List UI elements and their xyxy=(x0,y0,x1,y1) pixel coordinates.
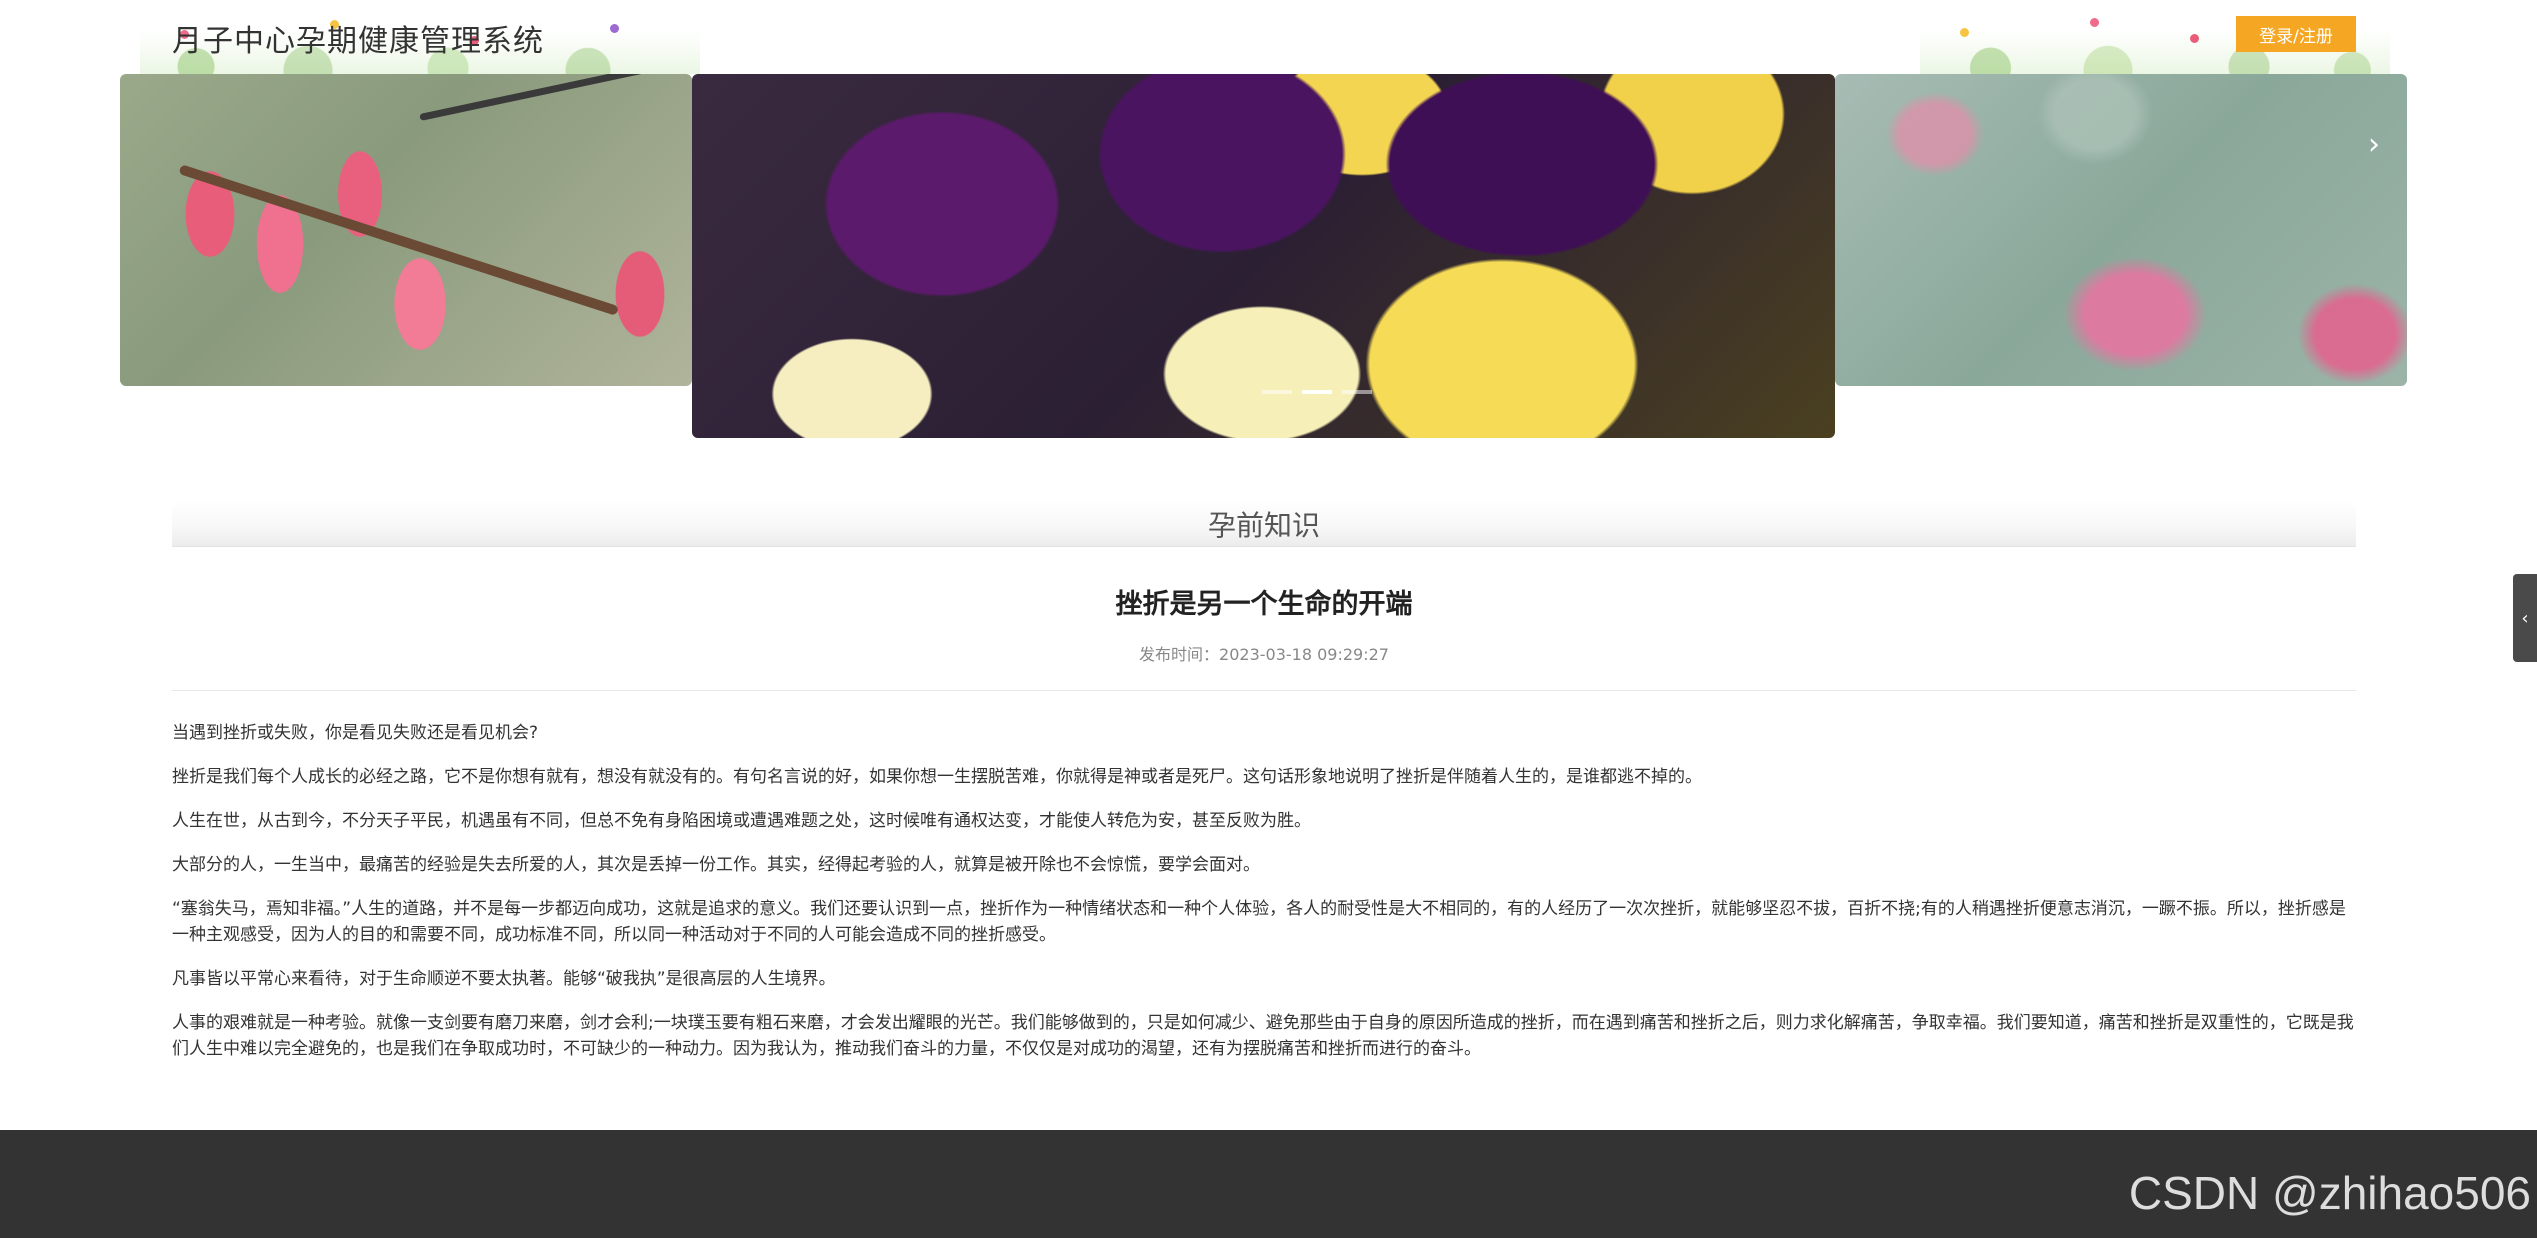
flower-decoration xyxy=(610,24,619,33)
divider xyxy=(172,690,2356,691)
watermark-text: CSDN @zhihao506 xyxy=(2128,1167,2531,1219)
article-paragraph: 人生在世，从古到今，不分天子平民，机遇虽有不同，但总不免有身陷困境或遭遇难题之处… xyxy=(172,811,1311,831)
article-paragraph: 人事的艰难就是一种考验。就像一支剑要有磨刀来磨，剑才会利;一块璞玉要有粗石来磨，… xyxy=(172,1013,2354,1059)
article-paragraph: 当遇到挫折或失败，你是看见失败还是看见机会? xyxy=(172,723,539,743)
top-header: 月子中心孕期健康管理系统 登录/注册 xyxy=(0,0,2537,74)
footer: CSDN @zhihao506 xyxy=(0,1130,2537,1238)
article-paragraph: 大部分的人，一生当中，最痛苦的经验是失去所爱的人，其次是丢掉一份工作。其实，经得… xyxy=(172,855,1260,875)
bird-wing-decoration xyxy=(419,74,676,121)
section-title: 孕前知识 xyxy=(1207,509,1320,542)
login-register-button[interactable]: 登录/注册 xyxy=(2236,16,2356,52)
carousel-slide-left[interactable] xyxy=(120,74,692,386)
carousel-dot[interactable] xyxy=(1342,390,1372,394)
banner-carousel[interactable]: › xyxy=(0,74,2537,439)
article-paragraph: 挫折是我们每个人成长的必经之路，它不是你想有就有，想没有就没有的。有句名言说的好… xyxy=(172,767,1702,787)
article-body: 当遇到挫折或失败，你是看见失败还是看见机会? 挫折是我们每个人成长的必经之路，它… xyxy=(172,720,2356,1080)
branch-decoration xyxy=(178,164,620,316)
carousel-pagination xyxy=(1262,390,1372,394)
flower-decoration xyxy=(2090,18,2099,27)
publish-time: 发布时间：2023-03-18 09:29:27 xyxy=(1139,645,1389,664)
carousel-slide-center[interactable] xyxy=(692,74,1835,438)
chevron-right-icon[interactable]: › xyxy=(2354,114,2394,174)
chevron-left-icon: ‹ xyxy=(2521,607,2529,629)
article-title: 挫折是另一个生命的开端 xyxy=(1115,589,1413,620)
carousel-dot[interactable] xyxy=(1262,390,1292,394)
article-paragraph: “塞翁失马，焉知非福。”人生的道路，并不是每一步都迈向成功，这就是追求的意义。我… xyxy=(172,899,2346,945)
flower-decoration xyxy=(1960,28,1969,37)
section-header-bar: 孕前知识 xyxy=(172,500,2356,547)
article-paragraph: 凡事皆以平常心来看待，对于生命顺逆不要太执著。能够“破我执”是很高层的人生境界。 xyxy=(172,969,836,989)
side-panel-toggle[interactable]: ‹ xyxy=(2513,574,2537,662)
site-title: 月子中心孕期健康管理系统 xyxy=(172,24,544,59)
flower-decoration xyxy=(2190,34,2199,43)
carousel-slide-right[interactable] xyxy=(1835,74,2407,386)
carousel-dot-active[interactable] xyxy=(1302,390,1332,394)
